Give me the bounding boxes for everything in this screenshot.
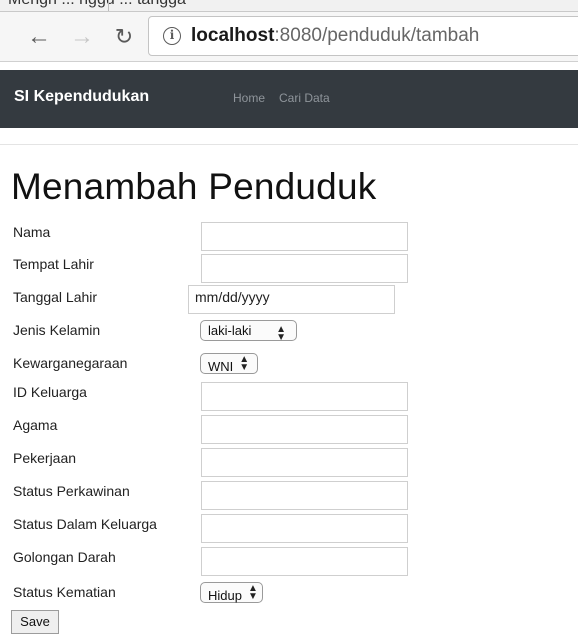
info-icon[interactable]: i [163,27,181,45]
up-down-caret-icon: ▲ ▼ [247,583,258,602]
url-path: :8080/penduduk/tambah [274,25,480,46]
form-row-id-keluarga: ID Keluarga [12,382,432,412]
label-kewarganegaraan: Kewarganegaraan [13,355,128,371]
form-row-status-perkawinan: Status Perkawinan [12,481,432,511]
browser-tab-strip: Mengh ... nggu ... tangga [0,0,578,12]
tempat-lahir-input[interactable] [201,254,408,283]
agama-input[interactable] [201,415,408,444]
label-tempat-lahir: Tempat Lahir [13,256,94,272]
status-dalam-keluarga-input[interactable] [201,514,408,543]
save-button[interactable]: Save [11,610,59,634]
jenis-kelamin-select[interactable]: laki-laki ▲ ▼ [200,320,297,343]
tab-separator [108,0,109,11]
kewarganegaraan-select[interactable]: WNI ▲ ▼ [200,353,258,374]
url-host: localhost [191,25,275,46]
form-row-status-kematian: Status Kematian Hidup ▲ ▼ [12,582,432,612]
label-tanggal-lahir: Tanggal Lahir [13,289,98,305]
url-text[interactable]: localhost:8080/penduduk/tambah [191,25,479,47]
label-pekerjaan: Pekerjaan [13,450,77,466]
label-nama: Nama [13,224,51,240]
reload-icon[interactable]: ↻ [110,22,138,52]
label-jenis-kelamin: Jenis Kelamin [13,322,101,338]
divider [0,144,578,145]
form-row-tanggal-lahir: Tanggal Lahir mm/dd/yyyy [12,285,432,317]
arrow-left-icon[interactable]: ← [25,22,53,52]
label-status-kematian: Status Kematian [13,584,116,600]
form-row-tempat-lahir: Tempat Lahir [12,254,432,284]
label-status-dalam-keluarga: Status Dalam Keluarga [13,516,157,532]
arrow-right-icon[interactable]: → [68,22,96,52]
pekerjaan-input[interactable] [201,448,408,477]
nav-link-cari-data[interactable]: Cari Data [279,91,330,105]
up-down-caret-icon: ▲ ▼ [276,324,286,343]
form-row-golongan-darah: Golongan Darah [12,547,432,577]
kewarganegaraan-selected: WNI [208,359,234,374]
form-row-jenis-kelamin: Jenis Kelamin laki-laki ▲ ▼ [12,320,432,350]
form-row-kewarganegaraan: Kewarganegaraan WNI ▲ ▼ [12,353,432,383]
form-row-pekerjaan: Pekerjaan [12,448,432,478]
tanggal-lahir-date-input[interactable]: mm/dd/yyyy [188,285,395,314]
form-row-status-dalam-keluarga: Status Dalam Keluarga [12,514,432,544]
form-row-nama: Nama [12,222,432,252]
jenis-kelamin-selected: laki-laki [208,323,252,338]
navbar-brand[interactable]: SI Kependudukan [14,88,149,106]
status-perkawinan-input[interactable] [201,481,408,510]
golongan-darah-input[interactable] [201,547,408,576]
status-kematian-selected: Hidup [208,588,242,603]
label-id-keluarga: ID Keluarga [13,384,87,400]
up-down-caret-icon: ▲ ▼ [239,354,250,373]
page-title: Menambah Penduduk [11,166,377,207]
nav-link-home[interactable]: Home [233,91,265,105]
id-keluarga-input[interactable] [201,382,408,411]
nama-input[interactable] [201,222,408,251]
app-navbar: SI Kependudukan Home Cari Data [0,70,578,128]
form-row-agama: Agama [12,415,432,445]
label-agama: Agama [13,417,58,433]
label-golongan-darah: Golongan Darah [13,549,116,565]
browser-tab-title[interactable]: Mengh ... nggu ... tangga [8,0,186,9]
browser-toolbar: ← → ↻ i localhost:8080/penduduk/tambah [0,12,578,62]
address-bar[interactable]: i localhost:8080/penduduk/tambah [148,16,578,56]
status-kematian-select[interactable]: Hidup ▲ ▼ [200,582,263,603]
label-status-perkawinan: Status Perkawinan [13,483,130,499]
